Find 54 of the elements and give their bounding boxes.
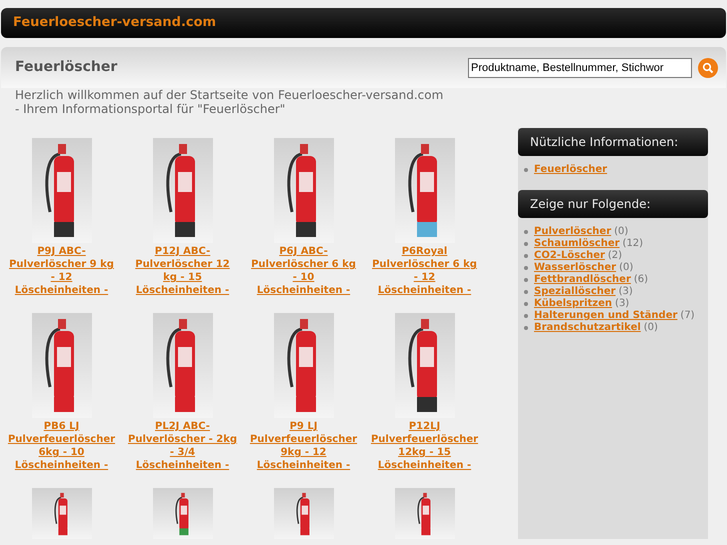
bullet-icon — [524, 326, 528, 330]
product-photo[interactable] — [394, 313, 454, 418]
item-count: (2) — [608, 250, 622, 262]
product-link[interactable]: P12LJ Pulverfeuerlöscher 12kg - 15 Löscheinheiten - — [370, 420, 480, 472]
item-count: (0) — [614, 226, 628, 238]
category-link[interactable]: Speziallöscher — [534, 286, 616, 298]
product-link[interactable]: P6J ABC-Pulverlöscher 6 kg - 10 Löscheinheiten - — [248, 245, 358, 297]
category-link[interactable]: Halterungen und Ständer — [534, 310, 678, 322]
item-count: (12) — [622, 238, 644, 250]
product-photo[interactable] — [274, 313, 334, 418]
product-link[interactable]: P12J ABC-Pulverlöscher 12 kg - 15 Löscheinheiten - — [128, 245, 238, 297]
product-link[interactable]: P9J ABC-Pulverlöscher 9 kg - 12 Löscheinheiten - — [6, 245, 116, 297]
product-photo[interactable] — [394, 138, 454, 243]
product-photo[interactable] — [274, 138, 334, 243]
sidebar-heading: Nützliche Informationen: — [518, 128, 708, 156]
bullet-icon — [524, 266, 528, 270]
product-photo[interactable] — [152, 138, 212, 243]
search-button[interactable] — [698, 58, 718, 78]
bullet-icon — [524, 254, 528, 258]
site-name-link[interactable]: Feuerloescher-versand.com — [13, 13, 216, 33]
page-title: Feuerlöscher — [15, 58, 118, 77]
bullet-icon — [524, 290, 528, 294]
item-count: (6) — [634, 274, 648, 286]
welcome-text: Herzlich willkommen auf der Startseite von Feuerloescher-versand.com — [15, 88, 444, 102]
item-count: (7) — [680, 310, 695, 322]
bullet-icon — [524, 230, 528, 234]
bullet-icon — [524, 314, 528, 318]
category-link[interactable]: CO2-Löscher — [534, 250, 605, 262]
product-photo[interactable] — [152, 313, 212, 418]
category-link[interactable]: Feuerlöscher — [534, 164, 608, 176]
product-link[interactable]: P6Royal Pulverlöscher 6 kg - 12 Löscheinheiten - — [370, 245, 480, 297]
search-field[interactable]: Produktname, Bestellnummer, Stichwor — [468, 58, 692, 78]
category-link[interactable]: Wasserlöscher — [534, 262, 616, 274]
product-link[interactable]: P9 LJ Pulverfeuerlöscher 9kg - 12 Löscheinheiten - — [248, 420, 358, 472]
item-count: (3) — [618, 286, 633, 298]
product-photo[interactable] — [32, 138, 92, 243]
item-count: (0) — [619, 262, 634, 274]
category-link[interactable]: Kübelspritzen — [534, 298, 612, 310]
product-photo[interactable] — [32, 313, 92, 418]
item-count: (0) — [644, 322, 658, 334]
bullet-icon — [524, 242, 528, 246]
category-link[interactable]: Fettbrandlöscher — [534, 274, 631, 286]
bullet-icon — [524, 302, 528, 306]
bullet-icon — [524, 168, 528, 172]
welcome-text: - Ihrem Informationsportal für "Feuerlöscher" — [15, 102, 286, 116]
search-icon — [702, 62, 714, 74]
category-link[interactable]: Brandschutzartikel — [534, 322, 641, 334]
bullet-icon — [524, 278, 528, 282]
product-link[interactable]: PB6 LJ Pulverfeuerlöscher 6kg - 10 Löscheinheiten - — [6, 420, 116, 472]
sidebar-heading: Zeige nur Folgende: — [518, 190, 708, 218]
category-link[interactable]: Schaumlöscher — [534, 238, 620, 250]
category-link[interactable]: Pulverlöscher — [534, 226, 612, 238]
product-link[interactable]: PL2J ABC-Pulverlöscher - 2kg - 3/4 Löscheinheiten - — [128, 420, 238, 472]
item-count: (3) — [615, 298, 630, 310]
